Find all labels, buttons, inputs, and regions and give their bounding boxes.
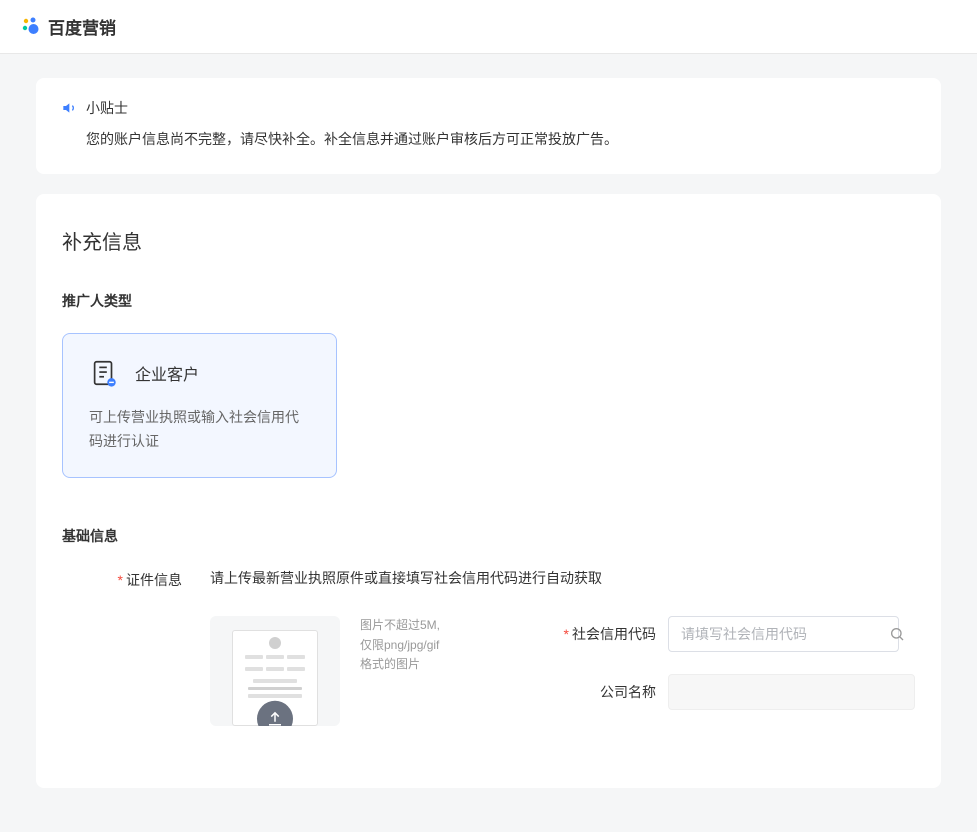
tip-body: 您的账户信息尚不完整，请尽快补全。补全信息并通过账户审核后方可正常投放广告。 — [62, 128, 915, 152]
right-fields: *社会信用代码 — [556, 616, 915, 732]
document-building-icon — [89, 358, 119, 388]
speaker-icon — [62, 100, 78, 116]
company-name-row: 公司名称 — [556, 674, 915, 710]
promoter-type-enterprise-card[interactable]: 企业客户 可上传营业执照或输入社会信用代码进行认证 — [62, 333, 337, 479]
cert-upload-row: 图片不超过5M,仅限png/jpg/gif格式的图片 *社会信用代码 — [210, 616, 915, 732]
credit-code-label: *社会信用代码 — [556, 624, 656, 644]
credit-code-input-wrap — [668, 616, 915, 652]
page-content: 小贴士 您的账户信息尚不完整，请尽快补全。补全信息并通过账户审核后方可正常投放广… — [0, 54, 977, 832]
credit-code-input[interactable] — [668, 616, 899, 652]
upload-hint: 图片不超过5M,仅限png/jpg/gif格式的图片 — [360, 616, 450, 674]
credit-code-row: *社会信用代码 — [556, 616, 915, 652]
tip-header: 小贴士 — [62, 98, 915, 118]
company-name-display — [668, 674, 915, 710]
main-card: 补充信息 推广人类型 企业客户 可上传营业执照或输入社会信用代码进行认证 — [36, 194, 941, 789]
license-upload-box[interactable] — [210, 616, 340, 726]
cert-content: 请上传最新营业执照原件或直接填写社会信用代码进行自动获取 — [210, 568, 915, 732]
section-basic-info-label: 基础信息 — [62, 526, 915, 546]
search-icon[interactable] — [889, 626, 905, 642]
brand-text: 百度营销 — [48, 14, 116, 39]
type-card-desc: 可上传营业执照或输入社会信用代码进行认证 — [89, 406, 310, 454]
tip-card: 小贴士 您的账户信息尚不完整，请尽快补全。补全信息并通过账户审核后方可正常投放广… — [36, 78, 941, 174]
page-title: 补充信息 — [62, 226, 915, 255]
tip-title: 小贴士 — [86, 98, 128, 118]
required-mark: * — [564, 626, 569, 642]
type-card-title: 企业客户 — [135, 361, 199, 385]
logo-icon — [20, 16, 42, 38]
brand-logo[interactable]: 百度营销 — [20, 14, 116, 39]
type-card-header: 企业客户 — [89, 358, 310, 388]
cert-label: *证件信息 — [62, 568, 210, 732]
section-promoter-type-label: 推广人类型 — [62, 291, 915, 311]
company-name-label: 公司名称 — [556, 682, 656, 702]
cert-instruction: 请上传最新营业执照原件或直接填写社会信用代码进行自动获取 — [210, 568, 915, 588]
app-header: 百度营销 — [0, 0, 977, 54]
required-mark: * — [118, 572, 123, 588]
cert-info-row: *证件信息 请上传最新营业执照原件或直接填写社会信用代码进行自动获取 — [62, 568, 915, 732]
